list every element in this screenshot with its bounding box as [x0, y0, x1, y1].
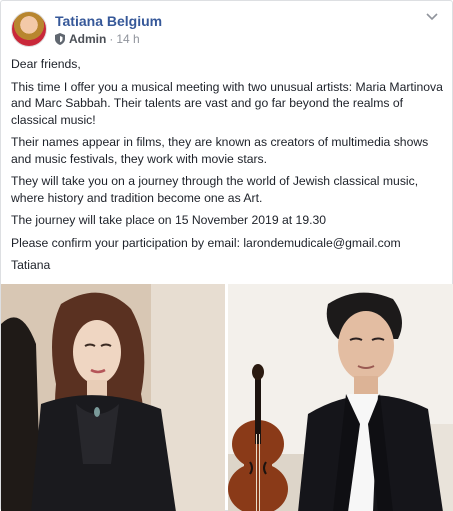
post-paragraph: The journey will take place on 15 Novemb… — [11, 213, 327, 227]
photo-woman-portrait[interactable] — [1, 284, 225, 511]
post-subline: Admin · 14 h — [55, 31, 162, 47]
post-meta: Tatiana Belgium Admin · 14 h — [55, 12, 162, 47]
post-body: Dear friends, This time I offer you a mu… — [11, 56, 443, 280]
chevron-down-icon[interactable] — [426, 13, 438, 21]
woman-portrait-illustration — [1, 284, 225, 511]
photo-man-with-violin[interactable] — [228, 284, 453, 511]
post-paragraph: This time I offer you a musical meeting … — [11, 79, 443, 127]
post-signature: Tatiana — [11, 258, 51, 272]
post-timestamp[interactable]: 14 h — [116, 31, 139, 47]
post-header: Tatiana Belgium Admin · 14 h — [11, 11, 162, 47]
facebook-post: Tatiana Belgium Admin · 14 h Dear friend… — [0, 0, 453, 511]
author-avatar[interactable] — [11, 11, 47, 47]
photo-grid — [1, 284, 453, 511]
meta-separator: · — [109, 31, 114, 46]
man-violin-illustration — [228, 284, 453, 511]
post-paragraph: Their names appear in films, they are kn… — [11, 135, 429, 166]
shield-icon — [55, 32, 65, 45]
post-paragraph: They will take you on a journey through … — [11, 174, 419, 205]
post-paragraph: Please confirm your participation by ema… — [11, 235, 401, 250]
post-paragraph: Dear friends, — [11, 57, 81, 71]
author-name[interactable]: Tatiana Belgium — [55, 12, 162, 30]
role-badge: Admin — [69, 31, 107, 46]
